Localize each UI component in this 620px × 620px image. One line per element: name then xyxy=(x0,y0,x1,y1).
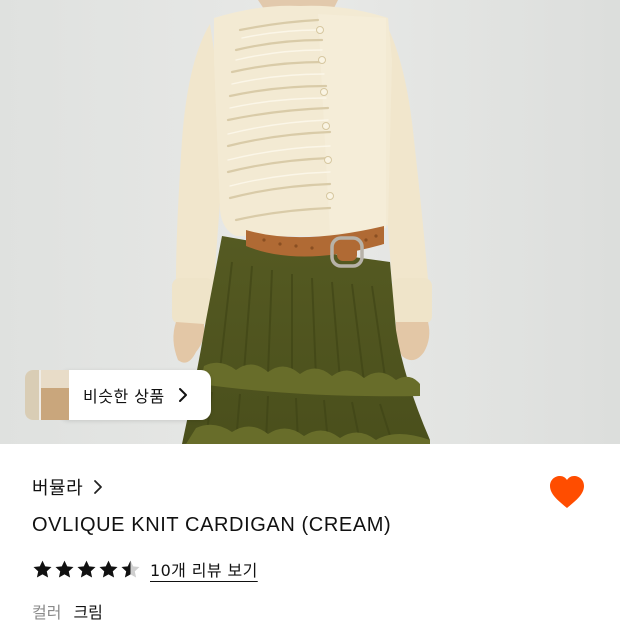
star-icon xyxy=(99,560,118,578)
similar-products-button[interactable]: 비슷한 상품 xyxy=(59,370,211,420)
product-info: 버뮬라 OVLIQUE KNIT CARDIGAN (CREAM) 10개 리뷰… xyxy=(0,444,620,620)
color-row: 컬러 크림 xyxy=(32,599,103,620)
product-image[interactable]: 비슷한 상품 xyxy=(0,0,620,444)
star-icon xyxy=(33,560,52,578)
heart-icon[interactable] xyxy=(548,474,586,510)
star-icon xyxy=(55,560,74,578)
chevron-right-icon xyxy=(94,480,103,494)
product-page: 비슷한 상품 버뮬라 OVLIQUE KNIT CARDIGAN (CREAM) xyxy=(0,0,620,620)
star-icon xyxy=(77,560,96,578)
similar-products[interactable]: 비슷한 상품 xyxy=(25,370,211,420)
rating-row: 10개 리뷰 보기 xyxy=(32,557,258,581)
rating-stars xyxy=(32,559,141,580)
brand-link[interactable]: 버뮬라 xyxy=(32,474,103,500)
product-title: OVLIQUE KNIT CARDIGAN (CREAM) xyxy=(32,514,392,536)
chevron-right-icon xyxy=(178,388,187,402)
similar-thumbnail[interactable] xyxy=(25,370,69,420)
star-half-icon xyxy=(121,560,140,578)
brand-name: 버뮬라 xyxy=(32,478,84,499)
similar-products-label: 비슷한 상품 xyxy=(83,387,165,406)
review-link[interactable]: 10개 리뷰 보기 xyxy=(150,557,258,581)
color-label: 컬러 xyxy=(32,603,62,620)
color-value: 크림 xyxy=(73,603,103,620)
